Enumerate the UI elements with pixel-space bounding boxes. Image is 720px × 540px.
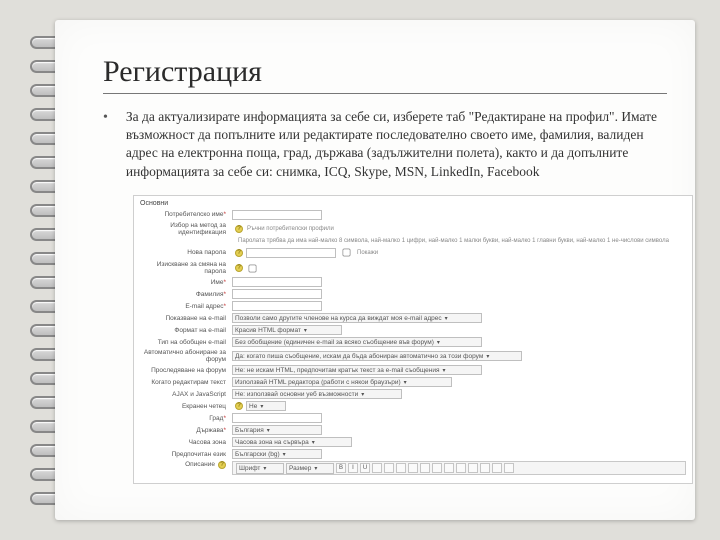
timezone-select[interactable]: Часова зона на сървъра (232, 437, 352, 447)
toolbar-btn[interactable] (456, 463, 466, 473)
field-firstname: Име* (140, 277, 686, 287)
underline-button[interactable]: U (360, 463, 370, 473)
editor-toolbar: Шрифт Размер B I U (232, 461, 686, 475)
country-select[interactable]: България (232, 425, 322, 435)
field-username: Потребителско име* (140, 210, 686, 220)
help-icon[interactable]: ? (235, 402, 243, 410)
field-subscribe: Автоматично абониране за форум Да: когат… (140, 349, 686, 363)
field-editor: Когато редактирам текст Използвай HTML р… (140, 377, 686, 387)
italic-button[interactable]: I (348, 463, 358, 473)
lastname-input[interactable] (232, 289, 322, 299)
font-select[interactable]: Шрифт (236, 463, 284, 474)
reader-select[interactable]: Не (246, 401, 286, 411)
track-select[interactable]: Не: не искам HTML, предпочитам кратък те… (232, 365, 482, 375)
help-icon[interactable]: ? (235, 225, 243, 233)
ajax-select[interactable]: Не: използвай основни уеб възможности (232, 389, 402, 399)
field-auth-method: Избор на метод за идентификация ? Ръчни … (140, 222, 686, 236)
force-change-checkbox[interactable] (249, 265, 257, 273)
help-icon[interactable]: ? (235, 264, 243, 272)
field-email-display: Показване на e-mail Позволи само другите… (140, 313, 686, 323)
bold-button[interactable]: B (336, 463, 346, 473)
field-lastname: Фамилия* (140, 289, 686, 299)
page-title: Регистрация (103, 55, 667, 94)
password-hint: Паролата трябва да има най-малко 8 симво… (238, 238, 686, 245)
toolbar-btn[interactable] (396, 463, 406, 473)
new-password-input[interactable] (246, 248, 336, 258)
toolbar-btn[interactable] (504, 463, 514, 473)
toolbar-btn[interactable] (408, 463, 418, 473)
city-input[interactable] (232, 413, 322, 423)
field-language: Предпочитан език Български (bg) (140, 449, 686, 459)
field-track: Проследяване на форум Не: не искам HTML,… (140, 365, 686, 375)
field-timezone: Часова зона Часова зона на сървъра (140, 437, 686, 447)
toolbar-btn[interactable] (468, 463, 478, 473)
toolbar-btn[interactable] (492, 463, 502, 473)
description-text: За да актуализирате информацията за себе… (126, 108, 667, 181)
section-heading: Основни (140, 200, 686, 207)
firstname-input[interactable] (232, 277, 322, 287)
language-select[interactable]: Български (bg) (232, 449, 322, 459)
show-password-label: Покажи (357, 250, 378, 256)
help-icon[interactable]: ? (218, 461, 226, 469)
slide-page: Регистрация • За да актуализирате информ… (55, 20, 695, 520)
subscribe-select[interactable]: Да: когато пиша съобщение, искам да бъда… (232, 351, 522, 361)
email-format-select[interactable]: Красив HTML формат (232, 325, 342, 335)
field-description: Описание? Шрифт Размер B I U (140, 461, 686, 475)
field-email: E-mail адрес* (140, 301, 686, 311)
profile-form-screenshot: Основни Потребителско име* Избор на мето… (133, 195, 693, 485)
field-ajax: AJAX и JavaScript Не: използвай основни … (140, 389, 686, 399)
field-force-change: Изискване за смяна на парола ? (140, 261, 686, 275)
field-email-format: Формат на e-mail Красив HTML формат (140, 325, 686, 335)
email-display-select[interactable]: Позволи само другите членове на курса да… (232, 313, 482, 323)
toolbar-btn[interactable] (372, 463, 382, 473)
show-password-checkbox[interactable] (343, 249, 351, 257)
toolbar-btn[interactable] (384, 463, 394, 473)
field-new-password: Нова парола ? Покажи (140, 246, 686, 259)
toolbar-btn[interactable] (444, 463, 454, 473)
username-input[interactable] (232, 210, 322, 220)
field-city: Град* (140, 413, 686, 423)
bullet-dot: • (103, 108, 108, 181)
email-input[interactable] (232, 301, 322, 311)
help-icon[interactable]: ? (235, 249, 243, 257)
field-reader: Екранен четец ? Не (140, 401, 686, 411)
toolbar-btn[interactable] (432, 463, 442, 473)
toolbar-btn[interactable] (420, 463, 430, 473)
digest-select[interactable]: Без обобщение (единичен e-mail за всяко … (232, 337, 482, 347)
field-digest: Тип на обобщен e-mail Без обобщение (еди… (140, 337, 686, 347)
size-select[interactable]: Размер (286, 463, 334, 474)
bullet-item: • За да актуализирате информацията за се… (103, 108, 667, 181)
auth-method-value: Ръчни потребителски профили (247, 226, 334, 232)
toolbar-btn[interactable] (480, 463, 490, 473)
editor-select[interactable]: Използвай HTML редактора (работи с някои… (232, 377, 452, 387)
field-country: Държава* България (140, 425, 686, 435)
